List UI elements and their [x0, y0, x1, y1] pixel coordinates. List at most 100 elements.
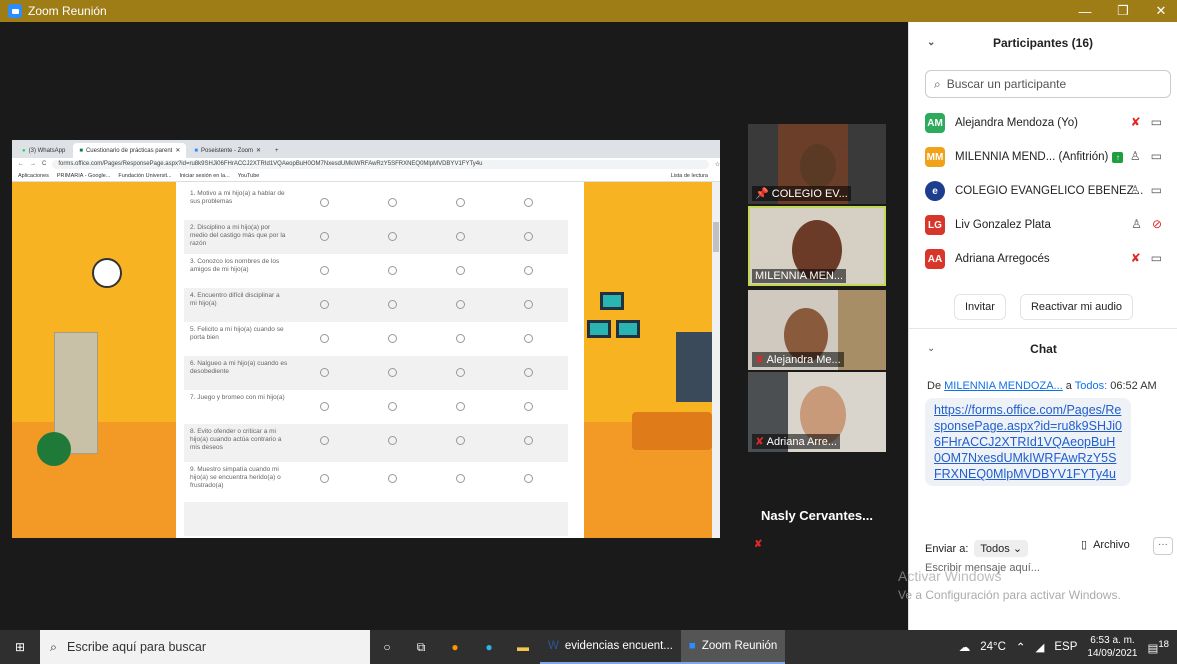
bookmark[interactable]: Fundación Universit... [118, 173, 171, 179]
restore-button[interactable]: ❐ [1108, 0, 1138, 22]
muted-mic-icon[interactable]: ✘ [1131, 251, 1141, 265]
video-tile-active-speaker[interactable]: MILENNIA MEN... [748, 206, 886, 286]
taskbar-app-word[interactable]: Wevidencias encuent... [540, 630, 681, 664]
taskbar-clock[interactable]: 6:53 a. m. 14/09/2021 [1087, 634, 1137, 660]
minimize-button[interactable]: — [1070, 0, 1100, 22]
participant-row[interactable]: MM MILENNIA MEND... (Anfitrión) ↑ ♙ ▭ [909, 140, 1177, 174]
bookmark[interactable]: PRIMARIA - Google... [57, 173, 111, 179]
bookmark[interactable]: YouTube [238, 173, 260, 179]
edge-icon[interactable]: ● [472, 630, 506, 664]
url-field[interactable]: forms.office.com/Pages/ResponsePage.aspx… [52, 159, 709, 169]
radio-option[interactable] [456, 266, 465, 275]
radio-option[interactable] [320, 232, 329, 241]
radio-option[interactable] [388, 474, 397, 483]
video-camera-icon[interactable]: ▭ [1151, 115, 1162, 129]
participant-search-input[interactable]: ⌕ Buscar un participante [925, 70, 1171, 98]
radio-option[interactable] [456, 198, 465, 207]
chat-recipient[interactable]: Todos: [1075, 380, 1107, 392]
firefox-icon[interactable]: ● [438, 630, 472, 664]
page-scrollbar[interactable] [712, 182, 720, 538]
radio-option[interactable] [524, 402, 533, 411]
notification-icon[interactable]: ▤18 [1147, 639, 1169, 655]
radio-option[interactable] [524, 300, 533, 309]
radio-option[interactable] [456, 300, 465, 309]
video-tile[interactable]: 📌 COLEGIO EV... [748, 124, 886, 204]
browser-tab[interactable]: ● (3) WhatsApp [16, 143, 71, 158]
taskbar-app-zoom[interactable]: ■ Zoom Reunión [680, 630, 786, 664]
send-to-dropdown[interactable]: Todos ⌄ [974, 540, 1029, 557]
radio-option[interactable] [388, 368, 397, 377]
video-tile[interactable]: ✘ Alejandra Me... [748, 290, 886, 370]
radio-option[interactable] [456, 474, 465, 483]
chevron-down-icon[interactable]: ⌄ [927, 343, 935, 354]
radio-option[interactable] [320, 436, 329, 445]
windows-start-icon[interactable]: ⊞ [0, 630, 40, 664]
browser-tab[interactable]: ■ Poseistente - Zoom ✕ [188, 143, 267, 158]
file-button[interactable]: ▯ Archivo [1081, 538, 1130, 552]
cortana-icon[interactable]: ○ [370, 630, 404, 664]
video-tile-no-camera[interactable]: Nasly Cervantes... ✘ [748, 478, 886, 554]
radio-option[interactable] [524, 266, 533, 275]
video-camera-icon[interactable]: ▭ [1151, 149, 1162, 163]
more-options-button[interactable]: ··· [1153, 537, 1173, 555]
radio-option[interactable] [388, 436, 397, 445]
radio-option[interactable] [456, 402, 465, 411]
browser-tab[interactable]: ■ Cuestionario de prácticas parent ✕ [73, 143, 187, 158]
radio-option[interactable] [388, 198, 397, 207]
file-explorer-icon[interactable]: ▬ [506, 630, 540, 664]
star-icon[interactable]: ☆ [715, 161, 720, 168]
radio-option[interactable] [320, 266, 329, 275]
temperature[interactable]: 24°C [980, 641, 1006, 653]
muted-mic-icon[interactable]: ✘ [1131, 115, 1141, 129]
bookmark[interactable]: Aplicaciones [18, 173, 49, 179]
chevron-up-icon[interactable]: ⌃ [1016, 640, 1026, 654]
chevron-down-icon[interactable]: ⌄ [927, 37, 935, 48]
weather-icon[interactable]: ☁ [959, 640, 971, 654]
close-button[interactable]: ✕ [1146, 0, 1176, 22]
radio-option[interactable] [320, 402, 329, 411]
video-off-icon[interactable]: ⊘ [1152, 217, 1162, 231]
mic-icon[interactable]: ♙ [1131, 217, 1142, 231]
radio-option[interactable] [388, 266, 397, 275]
participant-row[interactable]: e COLEGIO EVANGELICO EBENEZ... ♙ ▭ [909, 174, 1177, 208]
radio-option[interactable] [524, 334, 533, 343]
shared-screen[interactable]: ● (3) WhatsApp ■ Cuestionario de prácticas… [12, 140, 720, 538]
task-view-icon[interactable]: ⧉ [404, 630, 438, 664]
participant-row[interactable]: LG Liv Gonzalez Plata ♙ ⊘ [909, 208, 1177, 242]
radio-option[interactable] [320, 474, 329, 483]
radio-option[interactable] [320, 368, 329, 377]
radio-option[interactable] [320, 334, 329, 343]
video-camera-icon[interactable]: ▭ [1151, 251, 1162, 265]
radio-option[interactable] [456, 436, 465, 445]
forward-icon[interactable]: → [30, 161, 36, 167]
new-tab-button[interactable]: + [269, 143, 285, 158]
radio-option[interactable] [524, 474, 533, 483]
mic-icon[interactable]: ♙ [1130, 149, 1141, 163]
radio-option[interactable] [524, 232, 533, 241]
reading-list[interactable]: Lista de lectura [671, 173, 708, 179]
radio-option[interactable] [456, 232, 465, 241]
chat-message-link[interactable]: https://forms.office.com/Pages/ResponseP… [925, 398, 1131, 486]
radio-option[interactable] [456, 334, 465, 343]
video-camera-icon[interactable]: ▭ [1151, 183, 1162, 197]
chat-sender-link[interactable]: MILENNIA MENDOZA... [944, 380, 1063, 392]
mic-icon[interactable]: ♙ [1130, 183, 1141, 197]
radio-option[interactable] [320, 198, 329, 207]
radio-option[interactable] [388, 402, 397, 411]
radio-option[interactable] [524, 198, 533, 207]
back-icon[interactable]: ← [18, 161, 24, 167]
video-tile[interactable]: ✘ Adriana Arre... [748, 372, 886, 452]
radio-option[interactable] [388, 300, 397, 309]
radio-option[interactable] [524, 436, 533, 445]
radio-option[interactable] [524, 368, 533, 377]
network-icon[interactable]: ◢ [1036, 640, 1045, 654]
radio-option[interactable] [320, 300, 329, 309]
unmute-button[interactable]: Reactivar mi audio [1019, 294, 1134, 320]
participant-row[interactable]: AM Alejandra Mendoza (Yo) ✘ ▭ [909, 106, 1177, 140]
language[interactable]: ESP [1054, 641, 1077, 653]
radio-option[interactable] [388, 334, 397, 343]
participant-row[interactable]: AA Adriana Arregocés ✘ ▭ [909, 242, 1177, 276]
radio-option[interactable] [456, 368, 465, 377]
bookmark[interactable]: Iniciar sesión en la... [180, 173, 230, 179]
radio-option[interactable] [388, 232, 397, 241]
